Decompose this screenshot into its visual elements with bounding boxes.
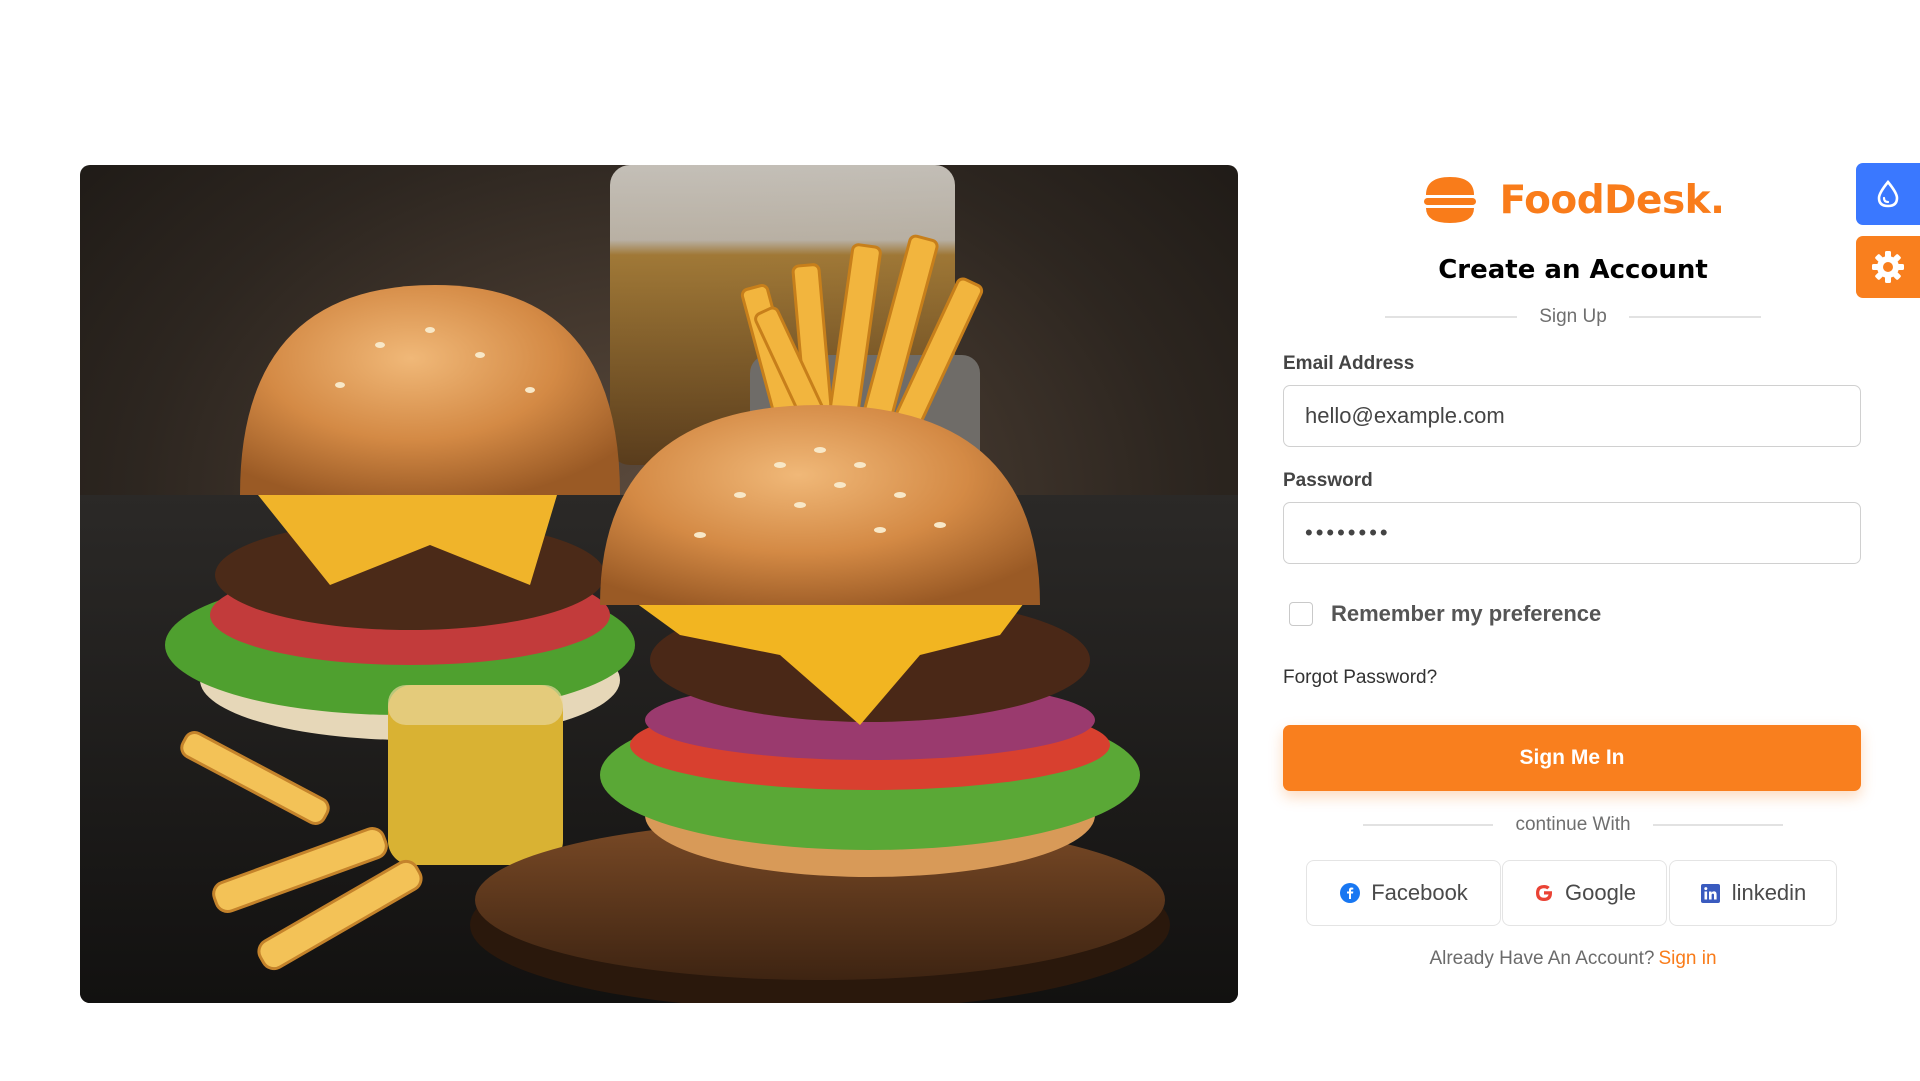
remember-row: Remember my preference (1289, 601, 1601, 627)
linkedin-icon (1700, 882, 1722, 904)
divider-line (1385, 316, 1518, 318)
brand-logo: FoodDesk. (1283, 165, 1863, 235)
sign-in-button[interactable]: Sign Me In (1283, 725, 1861, 791)
droplet-icon (1877, 179, 1899, 208)
google-icon (1533, 882, 1555, 904)
theme-toggle-button[interactable] (1856, 163, 1920, 225)
divider-line (1652, 824, 1783, 826)
remember-label: Remember my preference (1331, 601, 1602, 626)
brand-name: FoodDesk. (1499, 177, 1725, 223)
facebook-label: Facebook (1371, 880, 1468, 905)
signup-subtitle: Sign Up (1539, 306, 1607, 327)
page-title: Create an Account (1438, 255, 1708, 285)
password-label: Password (1283, 470, 1373, 491)
google-label: Google (1565, 880, 1636, 905)
burger-logo-icon (1423, 177, 1476, 223)
signin-prompt-text: Already Have An Account? (1429, 948, 1655, 969)
hero-image (80, 165, 1238, 1003)
facebook-button[interactable]: Facebook (1306, 860, 1501, 926)
signup-divider: Sign Up (1283, 302, 1863, 332)
divider-line (1363, 824, 1494, 826)
email-label: Email Address (1283, 353, 1415, 374)
signin-prompt: Already Have An Account? Sign in (1283, 948, 1863, 970)
sign-in-link[interactable]: Sign in (1658, 948, 1716, 969)
settings-button[interactable] (1856, 236, 1920, 298)
forgot-password-link[interactable]: Forgot Password? (1283, 667, 1437, 689)
password-field[interactable] (1283, 502, 1861, 564)
continue-divider: continue With (1283, 810, 1863, 840)
remember-checkbox[interactable] (1289, 602, 1313, 626)
email-field[interactable] (1283, 385, 1861, 447)
continue-label: continue With (1515, 814, 1631, 835)
gear-icon (1872, 251, 1904, 283)
facebook-icon (1339, 882, 1361, 904)
linkedin-button[interactable]: linkedin (1669, 860, 1837, 926)
burger-photo (80, 165, 1238, 1003)
linkedin-label: linkedin (1731, 880, 1807, 905)
divider-line (1628, 316, 1761, 318)
google-button[interactable]: Google (1502, 860, 1667, 926)
